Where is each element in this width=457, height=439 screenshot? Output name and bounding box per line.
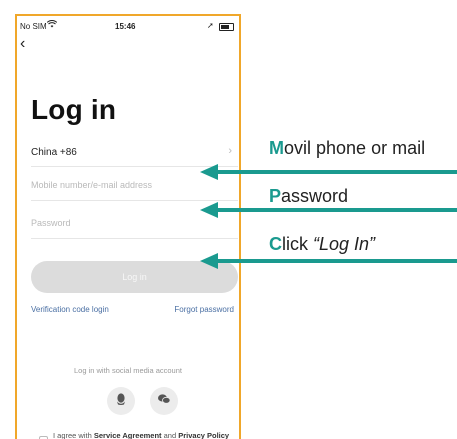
qq-login-button[interactable] — [107, 387, 135, 415]
annotation-text: ovil phone or mail — [284, 138, 426, 158]
privacy-policy-link[interactable]: Privacy Policy — [178, 431, 229, 439]
phone-screen: No SIM 15:46 ➚ ‹ Log in China +86 › Log … — [15, 14, 241, 439]
agreement-text: I agree with Service Agreement and Priva… — [53, 431, 238, 439]
wifi-icon — [46, 20, 58, 30]
clock: 15:46 — [115, 22, 136, 31]
social-login-label: Log in with social media account — [74, 366, 182, 375]
verification-code-login-link[interactable]: Verification code login — [31, 305, 109, 314]
location-icon: ➚ — [207, 21, 214, 30]
annotation-initial: M — [269, 138, 284, 158]
forgot-password-link[interactable]: Forgot password — [174, 305, 234, 314]
arrow-icon — [200, 164, 457, 180]
battery-icon — [219, 23, 234, 31]
annotation-quote: “Log In” — [313, 234, 376, 254]
wechat-login-button[interactable] — [150, 387, 178, 415]
carrier-label: No SIM — [20, 22, 47, 31]
annotation-initial: P — [269, 186, 282, 206]
agreement-and: and — [161, 431, 179, 439]
annotation-text: lick — [282, 234, 313, 254]
status-bar: No SIM 15:46 ➚ — [17, 16, 239, 36]
annotation-text: assword — [281, 186, 349, 206]
annotation-phone-or-mail: Movil phone or mail — [269, 138, 425, 159]
service-agreement-link[interactable]: Service Agreement — [94, 431, 162, 439]
annotation-initial: C — [269, 234, 282, 254]
country-code: China +86 — [31, 147, 77, 158]
agreement-prefix: I agree with — [53, 431, 94, 439]
wechat-icon — [157, 392, 171, 410]
back-chevron-icon[interactable]: ‹ — [20, 36, 25, 52]
chevron-right-icon: › — [228, 145, 232, 157]
qq-icon — [115, 392, 127, 411]
annotation-password: Password — [269, 186, 348, 207]
page-title: Log in — [31, 94, 117, 125]
annotation-click-login: Click “Log In” — [269, 234, 375, 255]
